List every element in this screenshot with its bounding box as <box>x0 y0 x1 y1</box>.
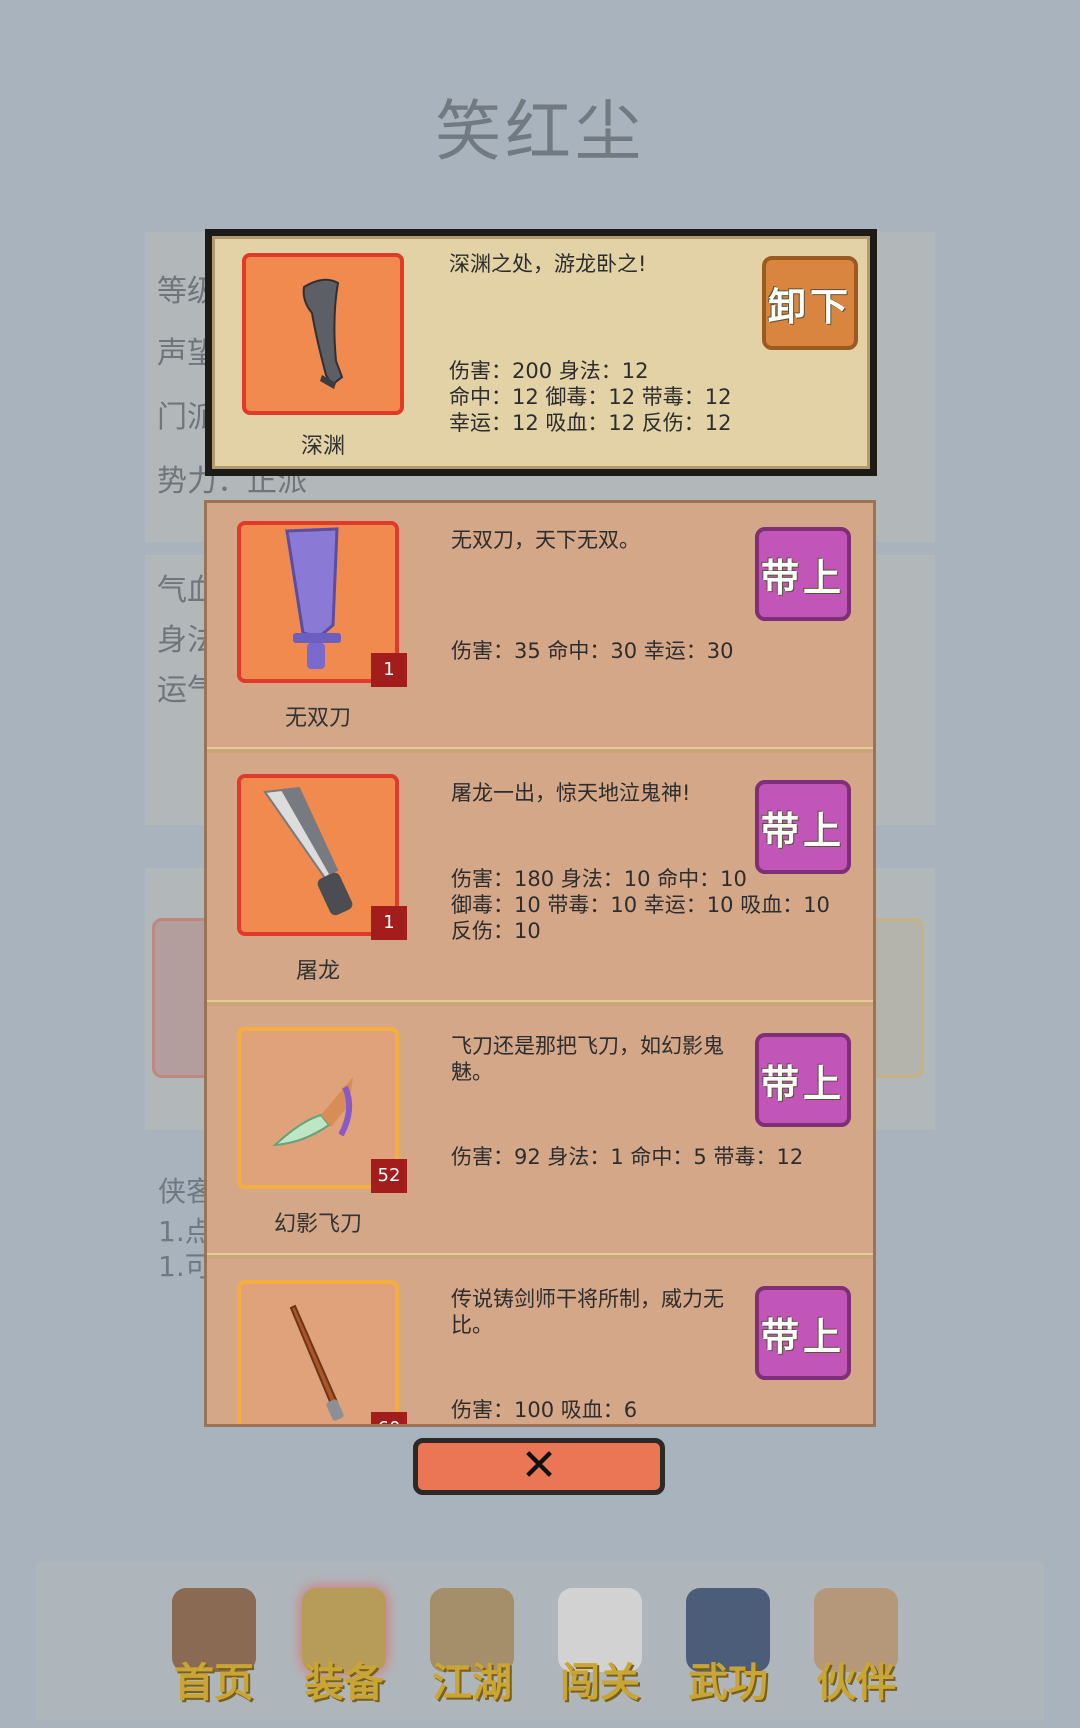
item-description: 传说铸剑师干将所制，威力无比。 <box>451 1287 724 1337</box>
item-count-badge: 60 <box>371 1412 407 1424</box>
equipped-stat-line: 幸运：12 吸血：12 反伤：12 <box>449 411 732 435</box>
equip-button[interactable]: 带上 <box>755 527 851 621</box>
nav-item-challenge[interactable]: 闯关 <box>540 1562 660 1720</box>
item-description: 飞刀还是那把飞刀，如幻影鬼魅。 <box>451 1034 724 1084</box>
item-name: 幻影飞刀 <box>273 1212 362 1237</box>
item-count-badge: 1 <box>371 653 407 687</box>
nav-item-martial-arts[interactable]: 武功 <box>668 1562 788 1720</box>
item-name: 屠龙 <box>295 959 340 984</box>
bottom-nav: 首页 装备 江湖 闯关 武功 伙伴 <box>36 1562 1044 1720</box>
nav-item-partners[interactable]: 伙伴 <box>796 1562 916 1720</box>
equip-button[interactable]: 带上 <box>755 1033 851 1127</box>
item-stat-line: 反伤：10 <box>451 919 541 943</box>
nav-label: 闯关 <box>560 1659 640 1706</box>
list-item: 1 屠龙 屠龙一出，惊天地泣鬼神! 伤害：180 身法：10 命中：10 御毒：… <box>207 756 873 1006</box>
item-stats: 伤害：35 命中：30 幸运：30 <box>451 638 734 664</box>
equipped-stat-line: 伤害：200 身法：12 <box>449 359 649 383</box>
list-item: 52 幻影飞刀 飞刀还是那把飞刀，如幻影鬼魅。 伤害：92 身法：1 命中：5 … <box>207 1009 873 1259</box>
inventory-list[interactable]: 1 无双刀 无双刀，天下无双。 伤害：35 命中：30 幸运：30 带上 1 屠… <box>204 500 876 1427</box>
equipped-item-card: 深渊 深渊之处，游龙卧之! 伤害：200 身法：12 命中：12 御毒：12 带… <box>205 229 877 476</box>
equipped-item-name: 深渊 <box>300 434 345 459</box>
list-item: 1 无双刀 无双刀，天下无双。 伤害：35 命中：30 幸运：30 带上 <box>207 503 873 753</box>
nav-label: 装备 <box>304 1659 384 1706</box>
close-button[interactable]: ✕ <box>413 1438 665 1495</box>
nav-item-jianghu[interactable]: 江湖 <box>412 1562 532 1720</box>
unequip-button[interactable]: 卸下 <box>762 256 858 350</box>
item-stats: 伤害：100 吸血：6 <box>451 1397 637 1423</box>
item-description: 无双刀，天下无双。 <box>451 528 640 552</box>
equip-button[interactable]: 带上 <box>755 780 851 874</box>
nav-label: 首页 <box>174 1659 254 1706</box>
item-count-badge: 1 <box>371 906 407 940</box>
nav-item-home[interactable]: 首页 <box>154 1562 274 1720</box>
item-name: 无双刀 <box>284 706 351 731</box>
item-stat-line: 伤害：35 命中：30 幸运：30 <box>451 639 734 663</box>
nav-label: 伙伴 <box>816 1659 896 1706</box>
item-stat-line: 御毒：10 带毒：10 幸运：10 吸血：10 <box>451 893 830 917</box>
equipped-item-description: 深渊之处，游龙卧之! <box>449 252 647 276</box>
item-stat-line: 伤害：92 身法：1 命中：5 带毒：12 <box>451 1145 804 1169</box>
nav-label: 江湖 <box>432 1659 512 1706</box>
item-stats: 伤害：92 身法：1 命中：5 带毒：12 <box>451 1144 803 1170</box>
item-count-badge: 52 <box>371 1159 407 1193</box>
item-description: 屠龙一出，惊天地泣鬼神! <box>451 781 691 805</box>
item-frame[interactable] <box>237 1280 399 1424</box>
long-sword-icon <box>289 1304 344 1421</box>
equipped-stat-line: 命中：12 御毒：12 带毒：12 <box>449 385 732 409</box>
dark-sword-icon <box>302 278 344 389</box>
list-item: 60 传说铸剑师干将所制，威力无比。 伤害：100 吸血：6 带上 <box>207 1262 873 1424</box>
close-icon: ✕ <box>520 1440 558 1491</box>
equip-button[interactable]: 带上 <box>755 1286 851 1380</box>
nav-label: 武功 <box>688 1659 768 1706</box>
item-stat-line: 伤害：100 吸血：6 <box>451 1398 638 1422</box>
equipped-item-stats: 伤害：200 身法：12 命中：12 御毒：12 带毒：12 幸运：12 吸血：… <box>449 358 732 436</box>
equipped-item-frame[interactable] <box>242 253 404 415</box>
nav-item-equipment[interactable]: 装备 <box>284 1562 404 1720</box>
